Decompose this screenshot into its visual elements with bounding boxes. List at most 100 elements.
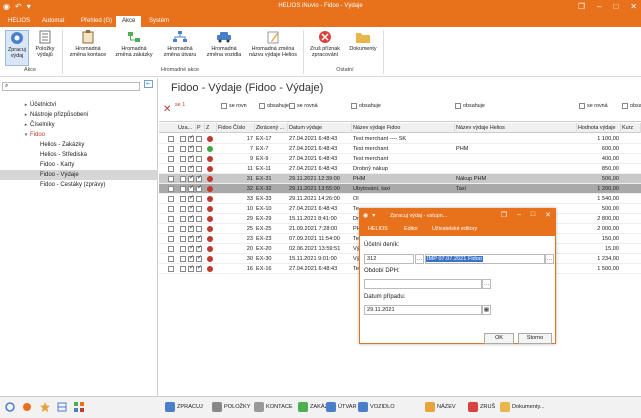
- locked-checkbox[interactable]: [180, 166, 186, 172]
- locked-checkbox[interactable]: [180, 136, 186, 142]
- locked-checkbox[interactable]: [180, 216, 186, 222]
- processed-checkbox[interactable]: [188, 194, 194, 202]
- dialog-close-icon[interactable]: ✕: [545, 211, 551, 219]
- processed-checkbox[interactable]: [188, 184, 194, 192]
- table-row[interactable]: 32EX-32 29.11.2021 13:55:00 Ubytování, tax…: [159, 184, 641, 194]
- locked-checkbox[interactable]: [180, 236, 186, 242]
- processed-checkbox[interactable]: [188, 174, 194, 182]
- locked-checkbox[interactable]: [180, 146, 186, 152]
- table-row[interactable]: 31EX-31 29.11.2021 12:39:00 PHM Nákup PHM 50…: [159, 174, 641, 184]
- posted-checkbox[interactable]: [196, 146, 202, 152]
- sidebar-item[interactable]: Helios - Střediska: [0, 150, 158, 160]
- bulk-change-accounting-button[interactable]: Hromadná změna kontace: [66, 30, 110, 58]
- sidebar-item[interactable]: ▾ Fidoo: [0, 130, 158, 140]
- expense-items-button[interactable]: Položky výdajů: [32, 30, 58, 58]
- locked-checkbox[interactable]: [180, 256, 186, 262]
- sidebar-search-input[interactable]: ⌕: [2, 82, 140, 91]
- sidebar-item[interactable]: ▸ Účetnictví: [0, 100, 158, 110]
- locked-checkbox[interactable]: [180, 206, 186, 212]
- dialog-minimize-icon[interactable]: –: [517, 211, 521, 219]
- tab-system[interactable]: Systém: [143, 16, 175, 27]
- posted-checkbox[interactable]: [196, 264, 202, 272]
- filter-cell[interactable]: obsa: [622, 102, 641, 110]
- tree-view-icon[interactable]: [57, 402, 67, 412]
- cancel-processing-flag-button[interactable]: Zruš příznak zpracování: [306, 30, 344, 58]
- close-icon[interactable]: ✕: [630, 2, 637, 11]
- bottom-action-button[interactable]: ÚTVAR: [326, 402, 357, 412]
- column-header[interactable]: Fidoo Číslo: [217, 123, 255, 133]
- journal-name-lookup-button[interactable]: …: [545, 254, 554, 264]
- row-select-checkbox[interactable]: [168, 136, 174, 142]
- row-select-checkbox[interactable]: [168, 216, 174, 222]
- row-select-checkbox[interactable]: [168, 206, 174, 212]
- table-row[interactable]: 9EX-9 27.04.2021 6:48:43 Test merchant 400,…: [159, 154, 641, 164]
- restore-icon[interactable]: ❐: [578, 2, 585, 11]
- row-select-checkbox[interactable]: [168, 146, 174, 152]
- journal-code-input[interactable]: 312: [364, 254, 414, 264]
- journal-lookup-button[interactable]: …: [415, 254, 424, 264]
- bulk-change-vehicle-button[interactable]: Hromadná změna vozidla: [204, 30, 244, 58]
- sidebar-item[interactable]: ▸ Číselníky: [0, 120, 158, 130]
- processed-checkbox[interactable]: [188, 144, 194, 152]
- processed-checkbox[interactable]: [188, 154, 194, 162]
- posted-checkbox[interactable]: [196, 136, 202, 142]
- column-header[interactable]: Název výdaje Fidoo: [352, 123, 455, 133]
- dialog-tab-user-editors[interactable]: Uživatelské editory: [432, 226, 477, 232]
- locked-checkbox[interactable]: [180, 176, 186, 182]
- posted-checkbox[interactable]: [196, 174, 202, 182]
- column-header[interactable]: Název výdaje Helios: [455, 123, 577, 133]
- clear-filter-icon[interactable]: ✕: [163, 104, 173, 116]
- locked-checkbox[interactable]: [180, 196, 186, 202]
- locked-checkbox[interactable]: [180, 266, 186, 272]
- minimize-icon[interactable]: –: [597, 2, 601, 11]
- sidebar-item[interactable]: ▸ Nástroje přizpůsobení: [0, 110, 158, 120]
- dialog-app-icon[interactable]: ◉: [363, 212, 368, 219]
- posted-checkbox[interactable]: [196, 156, 202, 162]
- row-select-checkbox[interactable]: [168, 236, 174, 242]
- chevron-right-icon[interactable]: ▸: [22, 120, 30, 130]
- process-expense-button[interactable]: Zpracuj výdaj: [5, 30, 29, 66]
- vat-period-lookup-button[interactable]: …: [482, 279, 491, 289]
- locked-checkbox[interactable]: [180, 156, 186, 162]
- tab-prehled[interactable]: Přehled (G): [75, 16, 118, 27]
- settings-icon[interactable]: [22, 402, 32, 412]
- bottom-action-button[interactable]: KONTACE: [254, 402, 293, 412]
- row-select-checkbox[interactable]: [168, 176, 174, 182]
- processed-checkbox[interactable]: [188, 134, 194, 142]
- row-select-checkbox[interactable]: [168, 166, 174, 172]
- column-header[interactable]: Zkrácený ...: [255, 123, 288, 133]
- processed-checkbox[interactable]: [188, 264, 194, 272]
- filter-cell[interactable]: obsahuje: [351, 102, 451, 110]
- bottom-action-button[interactable]: POLOŽKY: [212, 402, 250, 412]
- case-date-input[interactable]: 29.11.2021: [364, 305, 482, 315]
- maximize-icon[interactable]: □: [613, 2, 618, 11]
- bottom-action-button[interactable]: NÁZEV: [425, 402, 456, 412]
- sidebar-item[interactable]: Fidoo - Karty: [0, 160, 158, 170]
- row-select-checkbox[interactable]: [168, 186, 174, 192]
- bottom-action-button[interactable]: Dokumenty...: [500, 402, 545, 412]
- filter-cell[interactable]: obsahuje: [455, 102, 555, 110]
- bulk-change-order-button[interactable]: Hromadná změna zakázky: [112, 30, 156, 58]
- documents-button[interactable]: Dokumenty: [346, 30, 380, 52]
- posted-checkbox[interactable]: [196, 226, 202, 232]
- dialog-tab-editor[interactable]: Editor: [404, 226, 418, 232]
- locked-checkbox[interactable]: [180, 226, 186, 232]
- filter-cell[interactable]: se rovná: [579, 102, 619, 110]
- star-icon[interactable]: [40, 402, 50, 412]
- row-select-checkbox[interactable]: [168, 266, 174, 272]
- bulk-change-department-button[interactable]: Hromadná změna útvaru: [158, 30, 202, 58]
- sidebar-item[interactable]: Fidoo - Výdaje: [0, 170, 158, 180]
- column-header[interactable]: Z: [205, 123, 217, 133]
- posted-checkbox[interactable]: [196, 184, 202, 192]
- row-select-checkbox[interactable]: [168, 246, 174, 252]
- filter-cell[interactable]: se 1: [175, 102, 191, 120]
- tab-helios[interactable]: HELIOS: [2, 16, 36, 27]
- filter-cell[interactable]: se rovn: [221, 102, 257, 110]
- column-header[interactable]: P: [196, 123, 205, 133]
- posted-checkbox[interactable]: [196, 234, 202, 242]
- posted-checkbox[interactable]: [196, 254, 202, 262]
- bottom-action-button[interactable]: VOZIDLO: [358, 402, 395, 412]
- row-select-checkbox[interactable]: [168, 256, 174, 262]
- grid-view-icon[interactable]: [74, 402, 84, 412]
- column-header[interactable]: Hodnota výdaje: [577, 123, 621, 133]
